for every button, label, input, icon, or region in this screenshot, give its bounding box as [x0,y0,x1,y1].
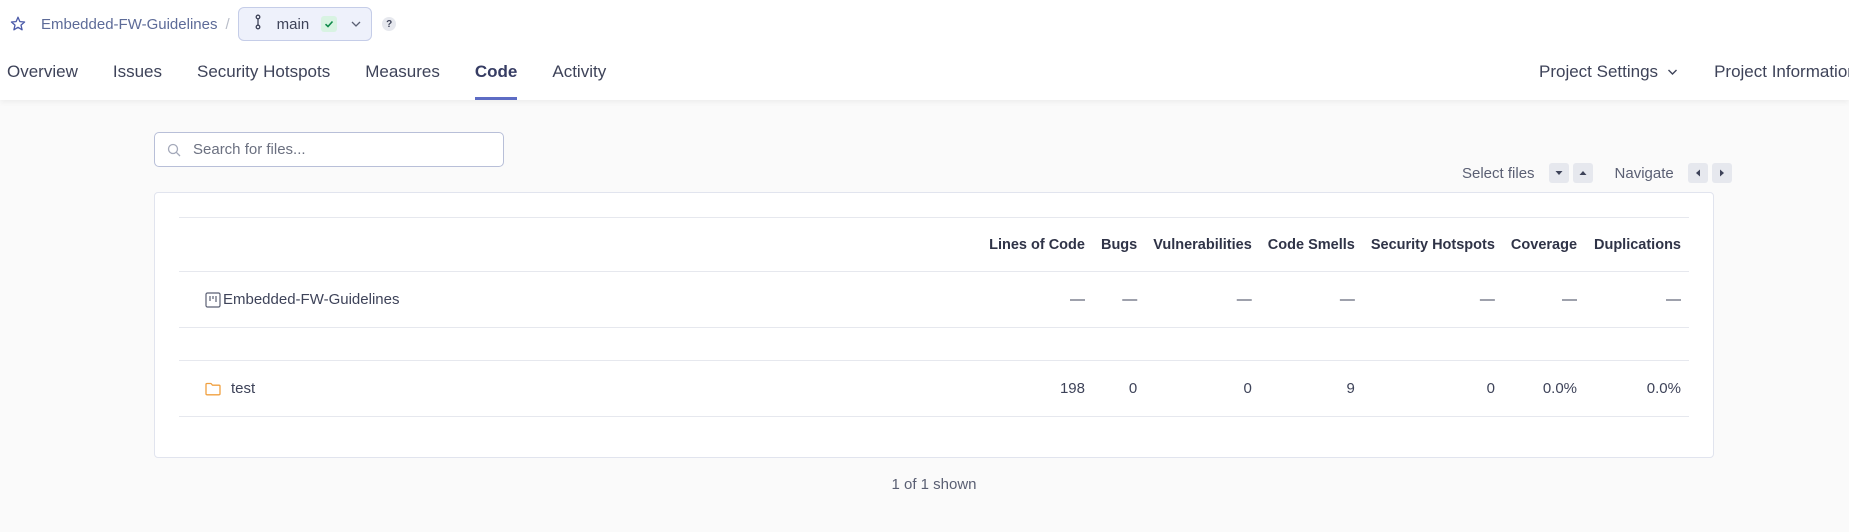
shown-count: 1 of 1 shown [891,476,977,493]
chevron-down-icon [351,21,361,27]
row-code-smells[interactable]: 9 [1259,360,1363,417]
project-row: Embedded-FW-Guidelines — — — — — — — [179,271,1689,328]
search-box[interactable] [154,132,504,167]
tab-code[interactable]: Code [474,55,518,100]
navigate-label: Navigate [1614,164,1674,182]
project-security-hotspots: — [1362,271,1503,328]
column-code-smells: Code Smells [1259,217,1363,272]
quality-gate-passed-icon [321,16,338,32]
project-nav: Project Settings Project Information [1539,55,1849,84]
branch-icon [253,14,263,35]
row-name-cell: test [179,360,982,417]
project-duplications: — [1585,271,1689,328]
arrow-left-key-icon [1687,163,1708,183]
project-name-cell: Embedded-FW-Guidelines [179,271,982,328]
branch-name: main [276,15,310,33]
tab-overview[interactable]: Overview [7,55,78,100]
name-column-header [179,217,982,272]
project-name[interactable]: Embedded-FW-Guidelines [223,291,399,308]
search-input[interactable] [193,141,493,158]
project-link[interactable]: Embedded-FW-Guidelines [41,16,217,33]
row-duplications[interactable]: 0.0% [1585,360,1689,417]
breadcrumb-separator: / [225,15,230,33]
column-bugs: Bugs [1092,217,1146,272]
row-bugs[interactable]: 0 [1092,360,1146,417]
component-table: Lines of Code Bugs Vulnerabilities Code … [179,217,1689,417]
column-coverage: Coverage [1502,217,1586,272]
row-security-hotspots[interactable]: 0 [1362,360,1503,417]
breadcrumb: Embedded-FW-Guidelines / main ? [7,7,397,41]
arrow-down-key-icon [1548,163,1569,183]
table-row[interactable]: test 198 0 0 9 0 0.0% 0.0% [179,360,1689,417]
column-vulnerabilities: Vulnerabilities [1145,217,1260,272]
folder-icon [205,382,221,396]
star-icon[interactable] [7,13,29,35]
project-coverage: — [1502,271,1586,328]
tab-security-hotspots[interactable]: Security Hotspots [197,55,330,100]
keyboard-shortcuts: Select files Navigate [1462,163,1732,183]
row-name[interactable]: test [231,380,255,397]
project-icon [205,291,221,308]
project-information-label: Project Information [1714,62,1849,81]
arrow-right-key-icon [1711,163,1732,183]
code-table-card: Lines of Code Bugs Vulnerabilities Code … [154,192,1714,458]
chevron-down-icon [1667,64,1678,84]
project-vulnerabilities: — [1145,271,1260,328]
project-information-link[interactable]: Project Information [1714,55,1849,84]
select-files-label: Select files [1462,164,1535,182]
row-coverage[interactable]: 0.0% [1502,360,1586,417]
branch-selector[interactable]: main [237,7,373,41]
column-security-hotspots: Security Hotspots [1362,217,1503,272]
tab-issues[interactable]: Issues [113,55,162,100]
column-duplications: Duplications [1585,217,1689,272]
project-code-smells: — [1259,271,1363,328]
top-bar: Embedded-FW-Guidelines / main ? Overview… [0,0,1849,100]
row-lines-of-code: 198 [981,360,1093,417]
table-header: Lines of Code Bugs Vulnerabilities Code … [179,217,1689,272]
tab-measures[interactable]: Measures [365,55,440,100]
main-nav: Overview Issues Security Hotspots Measur… [7,55,641,100]
project-settings-menu[interactable]: Project Settings [1539,55,1678,84]
project-lines-of-code: — [981,271,1093,328]
row-vulnerabilities[interactable]: 0 [1145,360,1260,417]
help-icon[interactable]: ? [382,17,397,31]
arrow-up-key-icon [1572,163,1593,183]
table-spacer-row [179,327,1689,361]
tab-activity[interactable]: Activity [552,55,606,100]
search-icon [167,143,181,157]
column-lines-of-code: Lines of Code [981,217,1093,272]
project-settings-label: Project Settings [1539,62,1659,81]
project-bugs: — [1092,271,1146,328]
